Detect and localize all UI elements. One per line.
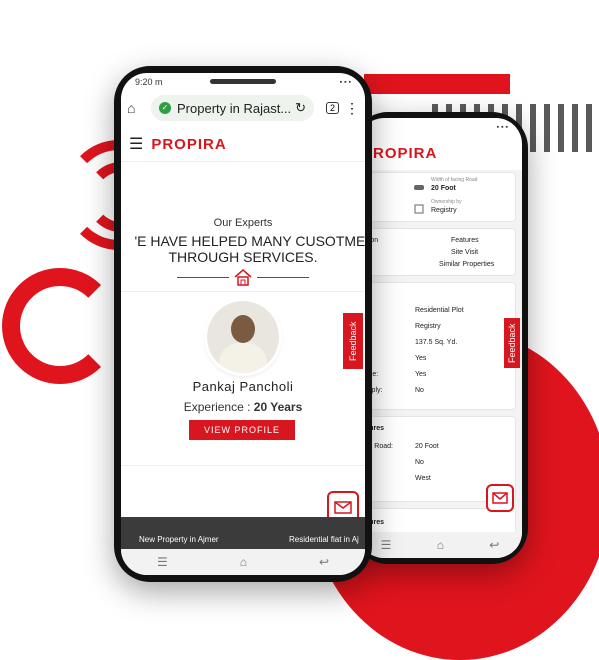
back-icon[interactable]: ↩ <box>489 538 499 552</box>
back-phone: ▪ ▪ ▪ PROPIRA Width of facing Road 20 Fo… <box>352 112 528 564</box>
feature-value: 20 Foot <box>415 443 439 450</box>
experience-line: Experience : 20 Years <box>121 400 365 414</box>
tab-count[interactable]: 2 <box>325 102 339 114</box>
home-icon[interactable]: ⌂ <box>437 538 444 552</box>
divider-right <box>257 277 309 278</box>
front-feedback-tab[interactable]: Feedback <box>343 313 363 369</box>
front-phone-screen: 9:20 m ▪ ▪ ▪ ⌂ ✓ Property in Rajast... ↻… <box>121 73 365 575</box>
ownership-icon <box>413 201 425 219</box>
decorative-ring-left <box>2 268 118 384</box>
heading-line2: THROUGH SERVICES. <box>168 249 318 265</box>
detail-value: Yes <box>415 371 427 378</box>
decorative-red-stripe <box>364 74 510 94</box>
reload-icon[interactable]: ↻ <box>295 100 306 116</box>
back-content: Width of facing Road 20 Foot Ownership b… <box>358 170 522 550</box>
hamburger-menu-icon[interactable]: ☰ <box>129 134 143 154</box>
road-width-label: Width of facing Road <box>431 177 478 183</box>
feature-value: No <box>415 459 424 466</box>
view-profile-button[interactable]: VIEW PROFILE <box>189 420 295 440</box>
back-status-bar: ▪ ▪ ▪ <box>496 123 508 131</box>
detail-value: No <box>415 387 424 394</box>
detail-value: 137.5 Sq. Yd. <box>415 339 458 346</box>
section-label: Our Experts <box>213 217 273 229</box>
divider-left <box>177 277 229 278</box>
back-header: PROPIRA <box>358 136 522 171</box>
browser-toolbar: ⌂ ✓ Property in Rajast... ↻ 2 ⋮ <box>121 91 365 125</box>
speaker-notch <box>210 79 276 84</box>
url-text: Property in Rajast... <box>177 100 292 116</box>
url-bar[interactable]: ✓ Property in Rajast... ↻ <box>151 95 314 121</box>
menu-icon[interactable]: ☰ <box>381 538 392 552</box>
house-icon <box>233 268 253 291</box>
back-icon[interactable]: ↩ <box>319 555 329 569</box>
detail-value: Registry <box>415 323 441 330</box>
front-footer: New Property in Ajmer Residential flat i… <box>121 517 365 551</box>
back-feedback-tab[interactable]: Feedback <box>504 318 520 368</box>
feature-value: West <box>415 475 431 482</box>
road-icon <box>413 179 425 197</box>
status-icons: ▪ ▪ ▪ <box>339 78 351 86</box>
back-tabs-card: ation Features on Site Visit s Similar P… <box>358 228 516 276</box>
footer-link-1[interactable]: New Property in Ajmer <box>139 535 219 544</box>
mail-icon <box>492 492 508 504</box>
footer-link-2[interactable]: Residential flat in Aj <box>289 535 359 544</box>
back-nav-bar: ☰ ⌂ ↩ <box>358 532 522 558</box>
tab-features[interactable]: Features <box>451 237 479 244</box>
ownership-value: Registry <box>431 207 457 214</box>
expert-name: Pankaj Pancholi <box>192 379 294 394</box>
back-logo[interactable]: PROPIRA <box>362 145 437 162</box>
back-phone-screen: ▪ ▪ ▪ PROPIRA Width of facing Road 20 Fo… <box>358 118 522 558</box>
status-time: 9:20 <box>135 77 153 87</box>
ownership-label: Ownership by <box>431 199 462 205</box>
front-header: ☰ PROPIRA <box>121 127 365 162</box>
overflow-menu-icon[interactable]: ⋮ <box>345 100 359 117</box>
expert-avatar <box>207 301 279 373</box>
experience-label: Experience : <box>183 400 251 414</box>
status-extra: m <box>155 77 163 87</box>
secure-shield-icon: ✓ <box>159 102 171 114</box>
road-width-value: 20 Foot <box>431 185 456 192</box>
section-rule <box>121 291 365 292</box>
menu-icon[interactable]: ☰ <box>157 555 168 569</box>
heading-line1: 'E HAVE HELPED MANY CUSOTMER <box>134 233 366 249</box>
mail-icon <box>334 501 352 514</box>
back-spec-card: Width of facing Road 20 Foot Ownership b… <box>358 172 516 222</box>
browser-home-icon[interactable]: ⌂ <box>127 100 145 116</box>
section-rule-2 <box>121 465 365 466</box>
detail-value: Residential Plot <box>415 307 464 314</box>
detail-value: Yes <box>415 355 427 362</box>
front-phone: 9:20 m ▪ ▪ ▪ ⌂ ✓ Property in Rajast... ↻… <box>114 66 372 582</box>
home-icon[interactable]: ⌂ <box>240 555 247 569</box>
front-logo[interactable]: PROPIRA <box>151 136 226 153</box>
back-mail-button[interactable] <box>486 484 514 512</box>
back-details-card: o e: Residential Plot y: Registry 137.5 … <box>358 282 516 410</box>
tab-site-visit[interactable]: Site Visit <box>451 249 478 256</box>
experience-value: 20 Years <box>253 400 303 414</box>
tab-similar-properties[interactable]: Similar Properties <box>439 261 494 268</box>
front-nav-bar: ☰ ⌂ ↩ <box>121 549 365 575</box>
